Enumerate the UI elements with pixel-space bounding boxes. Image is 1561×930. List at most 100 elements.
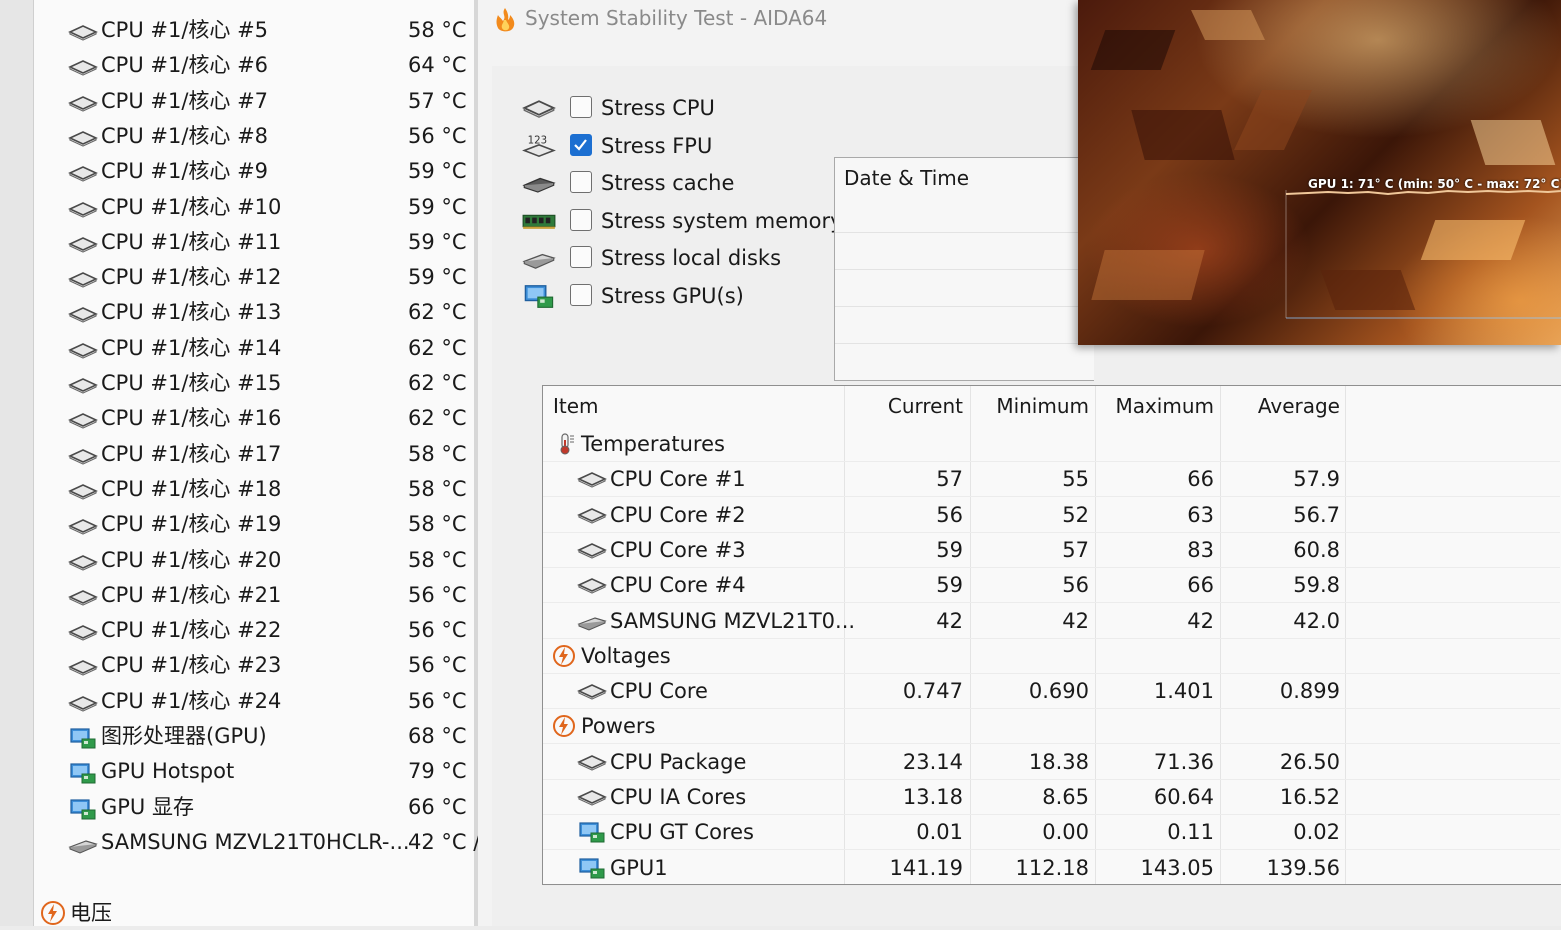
- sensor-row[interactable]: CPU #1/核心 #7 57 °C: [34, 84, 474, 118]
- cpu-chip-icon: [68, 478, 98, 500]
- sensor-value: 58 °C: [408, 442, 467, 466]
- cell-maximum: 63: [1187, 503, 1214, 527]
- group-row[interactable]: Temperatures: [543, 427, 1560, 461]
- cell-minimum: 8.65: [1042, 785, 1089, 809]
- stress-checkbox[interactable]: [570, 96, 592, 118]
- cpu-chip-icon: [68, 160, 98, 182]
- sensor-name: CPU #1/核心 #16: [101, 406, 282, 430]
- table-row[interactable]: CPU Core #3 59 57 83 60.8: [543, 533, 1560, 567]
- sensor-row[interactable]: CPU #1/核心 #13 62 °C: [34, 295, 474, 329]
- sensor-row[interactable]: CPU #1/核心 #14 62 °C: [34, 331, 474, 365]
- sensor-row[interactable]: CPU #1/核心 #8 56 °C: [34, 119, 474, 153]
- sensor-value: 62 °C: [408, 406, 467, 430]
- gpu-monitor-icon: [68, 725, 98, 749]
- sensor-value: 56 °C: [408, 653, 467, 677]
- sensor-value: 56 °C: [408, 618, 467, 642]
- sensor-row[interactable]: CPU #1/核心 #17 58 °C: [34, 437, 474, 471]
- sensor-row[interactable]: CPU #1/核心 #16 62 °C: [34, 401, 474, 435]
- column-header-item[interactable]: Item: [553, 394, 599, 418]
- stress-checkbox[interactable]: [570, 284, 592, 306]
- sensor-name: CPU #1/核心 #11: [101, 230, 282, 254]
- gpu-temperature-caption: GPU 1: 71° C (min: 50° C - max: 72° C): [1308, 177, 1561, 191]
- column-header-minimum[interactable]: Minimum: [979, 394, 1089, 418]
- cell-average: 42.0: [1293, 609, 1340, 633]
- group-row[interactable]: Powers: [543, 709, 1560, 743]
- cpu-chip-icon: [68, 654, 98, 676]
- sensor-name: CPU #1/核心 #9: [101, 159, 269, 183]
- stress-option-label: Stress FPU: [601, 134, 713, 158]
- table-row[interactable]: CPU IA Cores 13.18 8.65 60.64 16.52: [543, 780, 1560, 814]
- table-row[interactable]: CPU Core #2 56 52 63 56.7: [543, 498, 1560, 532]
- sensor-row[interactable]: CPU #1/核心 #18 58 °C: [34, 472, 474, 506]
- sensor-row[interactable]: 图形处理器(GPU) 68 °C: [34, 719, 474, 753]
- lightning-icon: [551, 644, 581, 668]
- sensor-name: CPU #1/核心 #14: [101, 336, 282, 360]
- sensor-row[interactable]: CPU #1/核心 #11 59 °C: [34, 225, 474, 259]
- item-label: CPU GT Cores: [610, 820, 754, 844]
- table-row[interactable]: CPU Core #4 59 56 66 59.8: [543, 568, 1560, 602]
- sensor-row[interactable]: CPU #1/核心 #10 59 °C: [34, 190, 474, 224]
- stress-option-label: Stress GPU(s): [601, 284, 744, 308]
- disk-drive-icon: [577, 609, 607, 633]
- cell-average: 26.50: [1279, 750, 1340, 774]
- table-row[interactable]: CPU Core 0.747 0.690 1.401 0.899: [543, 674, 1560, 708]
- sensor-value: 58 °C: [408, 477, 467, 501]
- table-row[interactable]: SAMSUNG MZVL21T0... 42 42 42 42.0: [543, 604, 1560, 638]
- stress-checkbox[interactable]: [570, 246, 592, 268]
- cell-maximum: 0.11: [1167, 820, 1214, 844]
- column-header-maximum[interactable]: Maximum: [1104, 394, 1214, 418]
- table-row[interactable]: CPU GT Cores 0.01 0.00 0.11 0.02: [543, 815, 1560, 849]
- sensor-row[interactable]: SAMSUNG MZVL21T0HCLR-... 42 °C /: [34, 825, 480, 859]
- sensor-row[interactable]: CPU #1/核心 #5 58 °C: [34, 13, 474, 47]
- stress-checkbox[interactable]: [570, 209, 592, 231]
- cell-current: 56: [936, 503, 963, 527]
- sensor-value: 56 °C: [408, 583, 467, 607]
- sensor-row[interactable]: CPU #1/核心 #9 59 °C: [34, 154, 474, 188]
- cpu-chip-icon: [68, 266, 98, 288]
- sensor-row[interactable]: CPU #1/核心 #20 58 °C: [34, 543, 474, 577]
- stress-checkbox[interactable]: [570, 171, 592, 193]
- memory-module-icon: [522, 208, 556, 236]
- sensor-row[interactable]: CPU #1/核心 #22 56 °C: [34, 613, 474, 647]
- stress-option-label: Stress local disks: [601, 246, 782, 270]
- sensor-row[interactable]: CPU #1/核心 #24 56 °C: [34, 684, 474, 718]
- row-divider: [543, 885, 1560, 886]
- table-row[interactable]: CPU Package 23.14 18.38 71.36 26.50: [543, 745, 1560, 779]
- statistics-grid[interactable]: Item Current Minimum Maximum Average Temperat…: [542, 385, 1561, 886]
- gpu-monitor-icon: [68, 796, 98, 820]
- cpu-chip-icon: [522, 95, 556, 123]
- item-label: CPU Core: [610, 679, 708, 703]
- sensor-group-label: 电压: [70, 901, 112, 925]
- cell-maximum: 83: [1187, 538, 1214, 562]
- table-row[interactable]: CPU Core #1 57 55 66 57.9: [543, 462, 1560, 496]
- stress-option-label: Stress cache: [601, 171, 735, 195]
- sensor-row[interactable]: CPU #1/核心 #19 58 °C: [34, 507, 474, 541]
- group-row[interactable]: Voltages: [543, 639, 1560, 673]
- flame-icon: [496, 8, 515, 32]
- sensor-value: 57 °C: [408, 89, 467, 113]
- cell-maximum: 71.36: [1153, 750, 1214, 774]
- sensor-row[interactable]: CPU #1/核心 #12 59 °C: [34, 260, 474, 294]
- sensor-name: 图形处理器(GPU): [101, 724, 267, 748]
- column-header-average[interactable]: Average: [1230, 394, 1340, 418]
- sensor-name: CPU #1/核心 #7: [101, 89, 269, 113]
- sensor-name: SAMSUNG MZVL21T0HCLR-...: [101, 830, 410, 854]
- sensor-row[interactable]: CPU #1/核心 #23 56 °C: [34, 648, 474, 682]
- sensor-name: CPU #1/核心 #22: [101, 618, 282, 642]
- cell-average: 56.7: [1293, 503, 1340, 527]
- sensor-row[interactable]: GPU 显存 66 °C: [34, 790, 474, 824]
- sensor-name: CPU #1/核心 #15: [101, 371, 282, 395]
- sensor-row[interactable]: GPU Hotspot 79 °C: [34, 754, 474, 788]
- item-label: SAMSUNG MZVL21T0...: [610, 609, 856, 633]
- cpu-chip-icon: [68, 125, 98, 147]
- sensor-row[interactable]: CPU #1/核心 #21 56 °C: [34, 578, 474, 612]
- item-label: CPU Core #3: [610, 538, 746, 562]
- table-row[interactable]: GPU1 141.19 112.18 143.05 139.56: [543, 851, 1560, 885]
- stress-checkbox[interactable]: [570, 134, 592, 156]
- column-header-current[interactable]: Current: [853, 394, 963, 418]
- cell-current: 57: [936, 467, 963, 491]
- cell-minimum: 56: [1062, 573, 1089, 597]
- cell-current: 13.18: [902, 785, 963, 809]
- sensor-row[interactable]: CPU #1/核心 #6 64 °C: [34, 48, 474, 82]
- sensor-row[interactable]: CPU #1/核心 #15 62 °C: [34, 366, 474, 400]
